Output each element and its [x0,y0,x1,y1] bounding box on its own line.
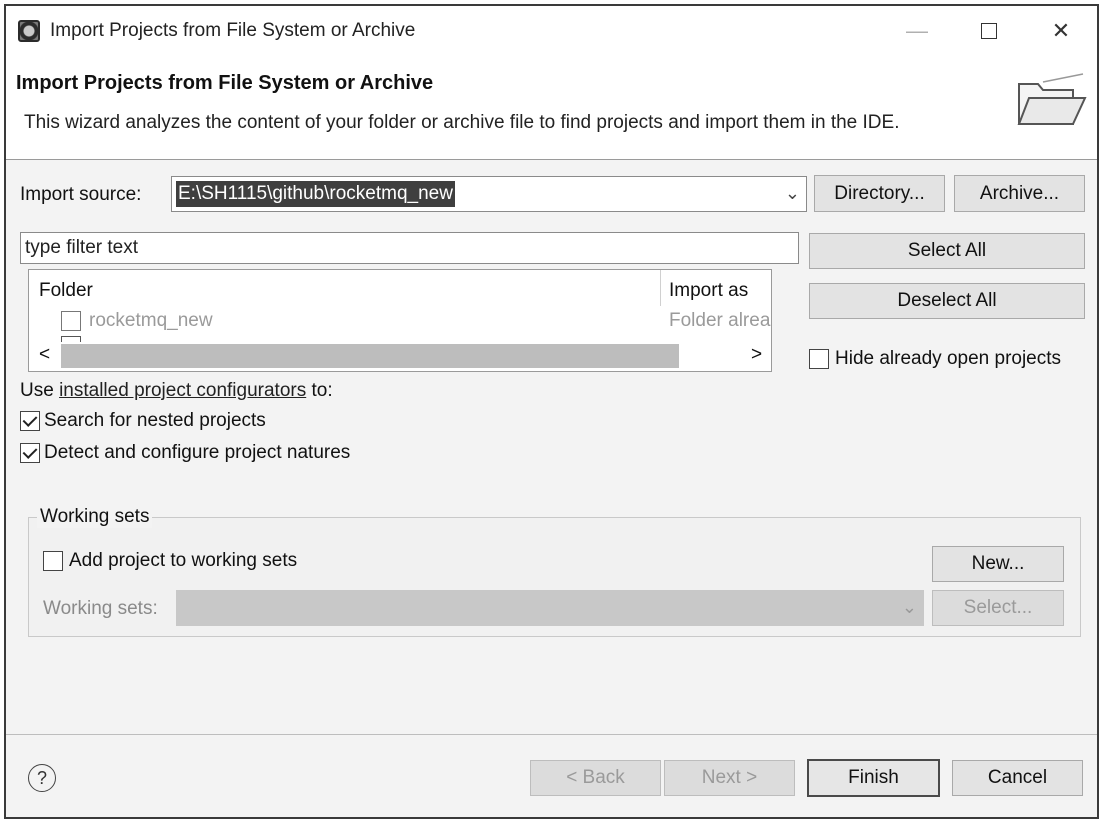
back-button[interactable]: < Back [530,760,661,796]
detect-natures-option[interactable]: Detect and configure project natures [20,442,350,464]
table-row[interactable]: rocketmq_new [61,308,213,334]
minimize-button[interactable]: — [881,6,953,56]
page-description: This wizard analyzes the content of your… [24,112,900,133]
window-controls: — ✕ [881,6,1097,56]
import-source-label: Import source: [20,184,142,205]
scroll-left-arrow[interactable]: < [39,344,50,366]
add-to-working-sets-option[interactable]: Add project to working sets [43,550,297,572]
projects-table: Folder Import as ^ rocketmq_new Folder a… [28,269,772,372]
row-folder-name: rocketmq_new [89,310,213,331]
configurators-prefix: Use [20,380,54,401]
window-title: Import Projects from File System or Arch… [50,20,416,41]
column-header-import-as[interactable]: Import as [669,280,748,302]
deselect-all-button[interactable]: Deselect All [809,283,1085,319]
folder-icon [1017,73,1087,125]
detect-natures-checkbox[interactable] [20,443,40,463]
wizard-header: Import Projects from File System or Arch… [6,56,1097,160]
filter-input[interactable]: type filter text [20,232,799,264]
page-title: Import Projects from File System or Arch… [16,72,434,94]
detect-natures-label: Detect and configure project natures [44,442,351,463]
hide-open-projects-option[interactable]: Hide already open projects [809,348,1061,370]
configurators-suffix: to: [311,380,333,401]
column-header-folder[interactable]: Folder [39,280,93,302]
installed-configurators-link[interactable]: installed project configurators [59,380,306,401]
archive-button[interactable]: Archive... [954,175,1085,212]
next-button[interactable]: Next > [664,760,795,796]
maximize-icon [981,23,997,39]
scroll-right-arrow[interactable]: > [751,344,762,366]
footer-divider [6,734,1097,735]
select-working-sets-button[interactable]: Select... [932,590,1064,626]
column-divider [660,270,661,306]
search-nested-label: Search for nested projects [44,410,266,431]
eclipse-app-icon [18,20,40,42]
maximize-button[interactable] [953,6,1025,56]
search-nested-option[interactable]: Search for nested projects [20,410,266,432]
add-to-working-sets-checkbox[interactable] [43,551,63,571]
chevron-down-icon[interactable]: ⌄ [785,183,800,204]
row-checkbox[interactable] [61,311,81,331]
search-nested-checkbox[interactable] [20,411,40,431]
new-working-set-button[interactable]: New... [932,546,1064,582]
working-sets-group-title: Working sets [37,506,153,528]
import-wizard-window: Import Projects from File System or Arch… [4,4,1099,819]
import-source-value: E:\SH1115\github\rocketmq_new [176,181,455,207]
working-sets-label: Working sets: [43,598,158,619]
working-sets-combo[interactable]: ⌄ [176,590,924,626]
scrollbar-thumb[interactable] [61,344,679,368]
horizontal-scrollbar[interactable]: < > [29,342,771,371]
cancel-button[interactable]: Cancel [952,760,1083,796]
import-source-combo[interactable]: E:\SH1115\github\rocketmq_new ⌄ [171,176,807,212]
finish-button[interactable]: Finish [807,759,940,797]
close-button[interactable]: ✕ [1025,6,1097,56]
help-icon[interactable]: ? [28,764,56,792]
working-sets-group: Working sets Add project to working sets… [28,506,1081,637]
row-import-as: Folder alrea [669,310,771,331]
title-bar: Import Projects from File System or Arch… [6,6,1097,56]
hide-open-projects-label: Hide already open projects [835,348,1062,369]
directory-button[interactable]: Directory... [814,175,945,212]
hide-open-projects-checkbox[interactable] [809,349,829,369]
chevron-down-icon: ⌄ [901,597,917,617]
configurators-line: Use installed project configurators to: [20,380,333,402]
select-all-button[interactable]: Select All [809,233,1085,269]
add-to-working-sets-label: Add project to working sets [69,550,298,571]
